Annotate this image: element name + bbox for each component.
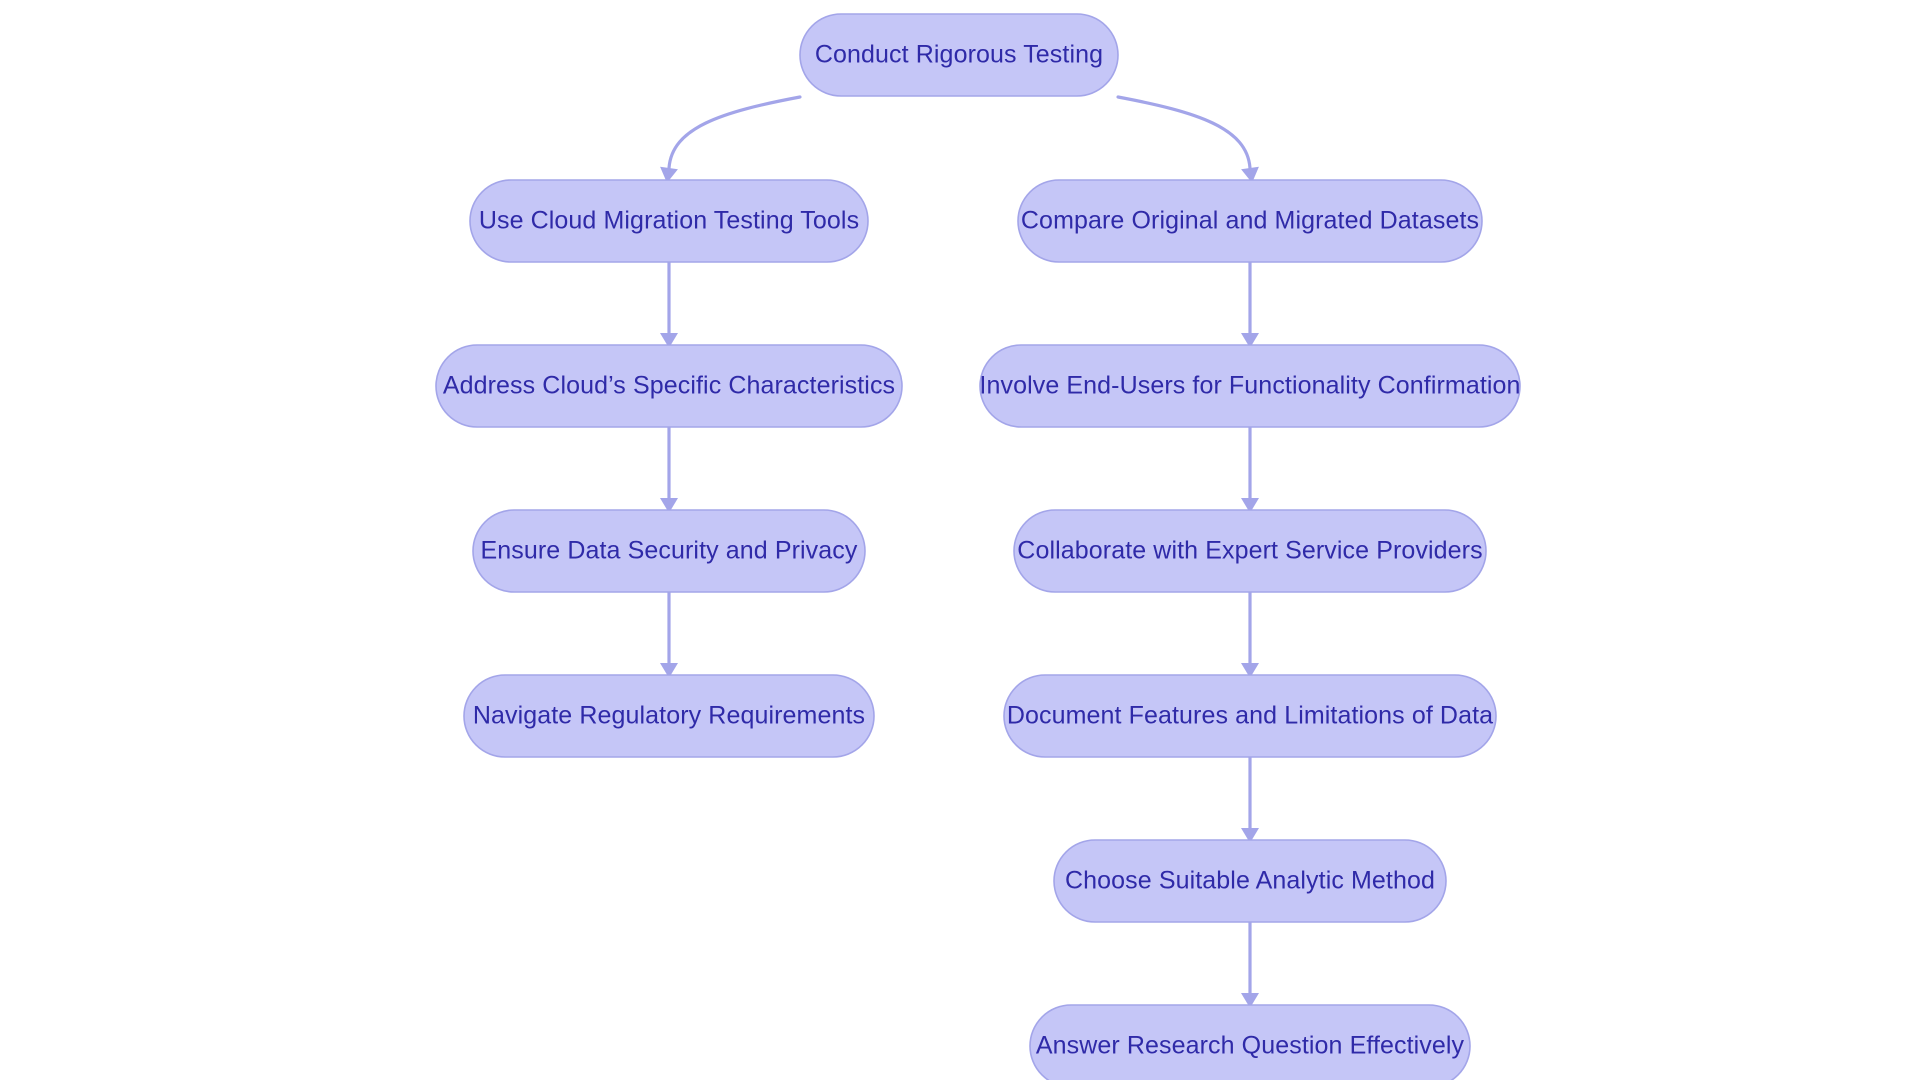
node-label: Use Cloud Migration Testing Tools <box>479 207 859 235</box>
flow-edge <box>1241 425 1259 513</box>
flow-node[interactable]: Address Cloud’s Specific Characteristics <box>435 344 903 428</box>
node-label: Document Features and Limitations of Dat… <box>1007 702 1493 730</box>
flow-node[interactable]: Collaborate with Expert Service Provider… <box>1013 509 1487 593</box>
flowchart-diagram: Conduct Rigorous Testing Use Cloud Migrat… <box>0 0 1920 1080</box>
node-label: Answer Research Question Effectively <box>1036 1032 1465 1060</box>
flow-node[interactable]: Choose Suitable Analytic Method <box>1053 839 1447 923</box>
flow-edge <box>660 95 802 183</box>
node-label: Conduct Rigorous Testing <box>815 41 1103 69</box>
node-label: Ensure Data Security and Privacy <box>481 537 858 565</box>
flow-edge <box>1241 260 1259 348</box>
node-label: Address Cloud’s Specific Characteristics <box>443 372 895 400</box>
flow-node[interactable]: Document Features and Limitations of Dat… <box>1003 674 1497 758</box>
node-label: Involve End-Users for Functionality Conf… <box>979 372 1520 400</box>
flow-node[interactable]: Involve End-Users for Functionality Conf… <box>979 344 1521 428</box>
flow-edge <box>1241 755 1259 843</box>
flow-node[interactable]: Ensure Data Security and Privacy <box>472 509 866 593</box>
node-label: Navigate Regulatory Requirements <box>473 702 865 730</box>
flow-edge <box>1241 590 1259 678</box>
node-label: Collaborate with Expert Service Provider… <box>1017 537 1482 565</box>
flow-edge <box>1241 920 1259 1008</box>
flow-edge <box>660 590 678 678</box>
flow-node[interactable]: Conduct Rigorous Testing <box>799 13 1119 97</box>
flow-node[interactable]: Compare Original and Migrated Datasets <box>1017 179 1483 263</box>
flow-edge <box>660 425 678 513</box>
flowchart-canvas: Conduct Rigorous Testing Use Cloud Migrat… <box>435 13 1521 1080</box>
flow-node[interactable]: Navigate Regulatory Requirements <box>463 674 875 758</box>
node-label: Compare Original and Migrated Datasets <box>1021 207 1479 235</box>
node-label: Choose Suitable Analytic Method <box>1065 867 1435 895</box>
nodes-layer: Conduct Rigorous Testing Use Cloud Migrat… <box>435 13 1521 1080</box>
edge-path <box>1116 95 1252 170</box>
flow-edge <box>1116 95 1259 183</box>
flow-node[interactable]: Use Cloud Migration Testing Tools <box>469 179 869 263</box>
flow-edge <box>660 260 678 348</box>
edge-path <box>667 95 802 170</box>
flow-node[interactable]: Answer Research Question Effectively <box>1029 1004 1471 1080</box>
